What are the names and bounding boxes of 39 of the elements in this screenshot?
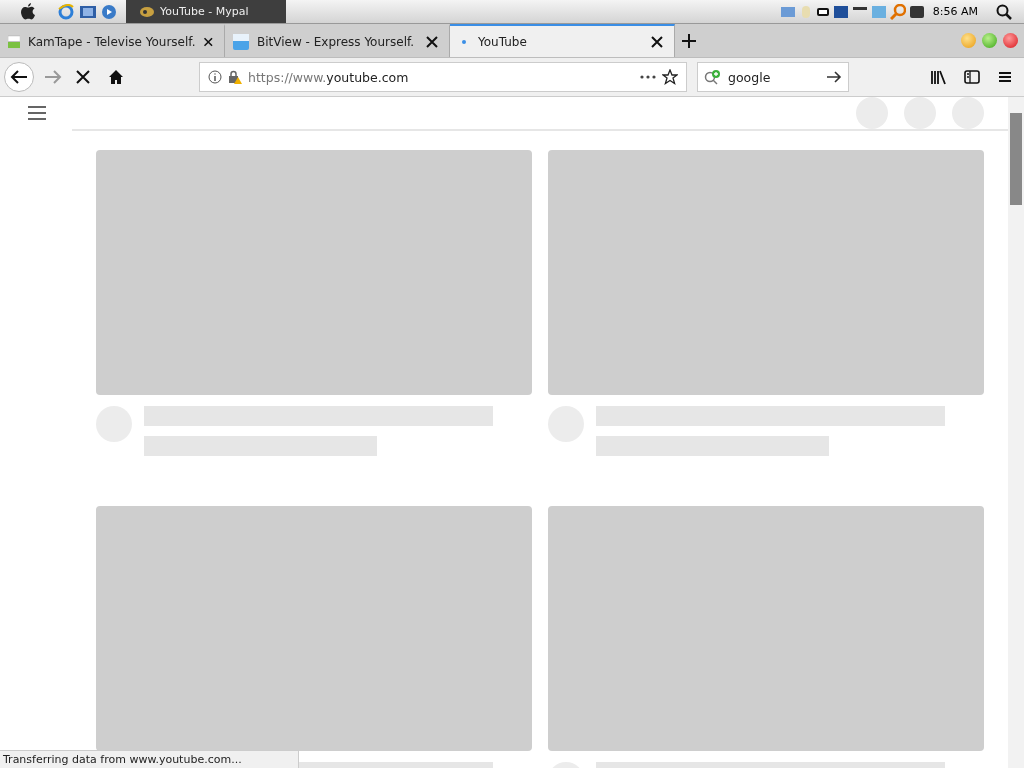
favicon-icon [8,33,21,50]
loading-dot-icon [462,39,466,44]
bookmark-star-icon[interactable] [662,69,678,85]
library-icon[interactable] [930,69,946,85]
search-field[interactable]: google [697,62,849,92]
lock-warning-icon[interactable] [228,70,242,84]
go-arrow-icon[interactable] [826,70,842,84]
browser-tab[interactable]: BitView - Express Yourself. [225,24,450,57]
info-icon[interactable] [208,70,222,84]
tray-icon[interactable] [832,4,849,19]
search-engine-icon [704,69,722,85]
back-button[interactable] [4,62,34,92]
play-icon[interactable] [102,4,116,19]
browser-tab[interactable]: KamTape - Televise Yourself. [0,24,225,57]
back-arrow-icon [10,69,28,85]
sidebar-icon[interactable] [964,69,980,85]
apple-logo-icon[interactable] [20,2,36,21]
close-tab-icon[interactable] [425,34,439,49]
browser-icon[interactable] [58,3,74,20]
stop-loading-icon[interactable] [76,70,90,84]
scrollbar-thumb[interactable] [1010,113,1022,205]
clock[interactable]: 8:56 AM [932,5,978,18]
browser-tab[interactable]: YouTube [450,24,675,57]
status-bar: Transferring data from www.youtube.com... [0,750,299,768]
home-icon[interactable] [108,69,124,85]
tray-icon[interactable] [908,4,925,19]
menu-icon[interactable] [998,70,1012,84]
close-tab-icon[interactable] [650,34,664,49]
more-dots-icon[interactable] [640,75,656,79]
search-value: google [728,69,772,85]
favicon-icon [233,33,249,50]
app-icon [140,5,154,18]
address-field[interactable]: https://www.youtube.com [199,62,687,92]
film-icon[interactable] [80,4,96,19]
search-icon[interactable] [996,3,1012,20]
close-window-button[interactable] [1003,33,1018,48]
new-tab-icon[interactable] [682,33,696,48]
url-prefix: https://www. [248,69,327,85]
url-domain: youtube.com [326,69,409,85]
